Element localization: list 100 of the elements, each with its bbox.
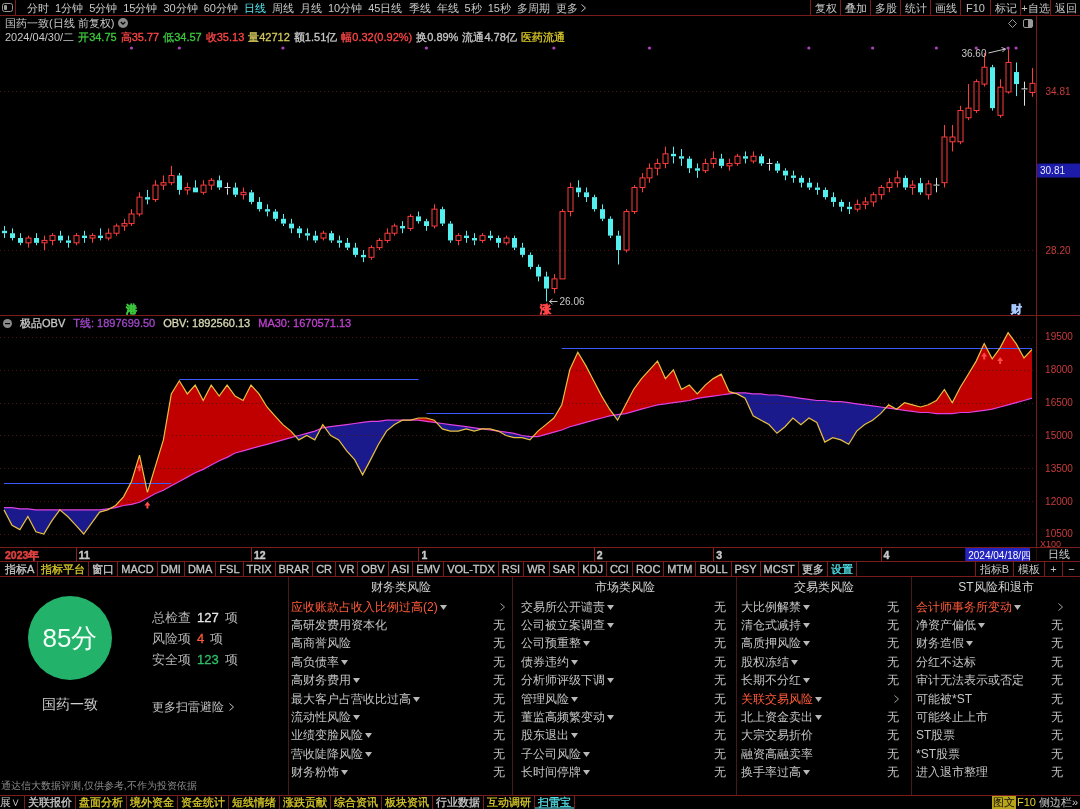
indicator-tab[interactable]: TRIX	[243, 562, 276, 576]
period-tab[interactable]: 5秒	[464, 0, 482, 15]
indicator-tab[interactable]: 指标A	[2, 562, 39, 576]
sidebar-toggle-button[interactable]	[0, 0, 16, 15]
period-tab[interactable]: 季线	[408, 0, 431, 15]
indicator-tab[interactable]: ROC	[632, 562, 665, 576]
indicator-tab[interactable]: 模板	[1013, 562, 1044, 576]
period-tab[interactable]: 日线	[244, 0, 266, 15]
indicator-tab[interactable]: VOL-TDX	[444, 562, 499, 576]
bottom-tab[interactable]: 关联报价	[25, 796, 76, 809]
indicator-tab[interactable]: CCI	[606, 562, 633, 576]
risk-item[interactable]: 会计师事务所变动	[916, 599, 1021, 615]
toolbar-button[interactable]: +自选	[1020, 0, 1050, 15]
toolbar-button[interactable]: 标记	[990, 0, 1020, 15]
sidebar-button[interactable]: 侧边栏»	[1038, 796, 1080, 809]
risk-item[interactable]: 股权冻结	[741, 654, 798, 670]
indicator-tab[interactable]: CR	[313, 562, 337, 576]
minus-circle-icon[interactable]	[3, 318, 12, 328]
toolbar-button[interactable]: 画线	[930, 0, 960, 15]
period-button[interactable]: 日线	[1036, 548, 1080, 561]
risk-item[interactable]: 公司预重整	[521, 636, 590, 652]
more-scan-link[interactable]: 更多扫雷避险	[152, 699, 238, 715]
period-tab[interactable]: 30分钟	[163, 0, 198, 15]
bottom-tab[interactable]: 综合资讯	[331, 796, 382, 809]
risk-item[interactable]: 高财务费用	[291, 673, 360, 689]
indicator-tab[interactable]: 指标平台	[38, 562, 90, 576]
risk-item[interactable]: 财务造假	[916, 636, 973, 652]
indicator-tab[interactable]: 设置	[827, 562, 857, 576]
bottom-tab[interactable]: 行业数据	[433, 796, 484, 809]
toolbar-button[interactable]: 返回	[1050, 0, 1080, 15]
period-tab[interactable]: 分时	[27, 0, 49, 15]
risk-item[interactable]: 长时间停牌	[521, 765, 590, 781]
risk-item[interactable]: 股东退出	[521, 728, 578, 744]
risk-item[interactable]: 分红不达标	[916, 654, 976, 670]
bottom-tab[interactable]: 短线情绪	[229, 796, 280, 809]
indicator-tab[interactable]: MCST	[760, 562, 799, 576]
period-tab[interactable]: 1分钟	[55, 0, 84, 15]
risk-item[interactable]: 大比例解禁	[741, 599, 810, 615]
bottom-tab[interactable]: 涨跌贡献	[280, 796, 331, 809]
bottom-tab[interactable]: 扫雷宝	[535, 796, 575, 809]
more-button[interactable]: 更多	[555, 0, 586, 15]
risk-item[interactable]: 子公司风险	[521, 746, 590, 762]
toolbar-button[interactable]: 多股	[870, 0, 900, 15]
indicator-tab[interactable]: SAR	[549, 562, 580, 576]
indicator-tab[interactable]: EMV	[413, 562, 445, 576]
indicator-tab[interactable]: FSL	[216, 562, 244, 576]
risk-item[interactable]: 管理风险	[521, 691, 578, 707]
risk-item[interactable]: 换手率过高	[741, 765, 810, 781]
risk-item[interactable]: 长期不分红	[741, 673, 810, 689]
risk-item[interactable]: 最大客户占营收比过高	[291, 691, 420, 707]
period-tab[interactable]: 5分钟	[89, 0, 118, 15]
indicator-tab[interactable]: 更多	[798, 562, 828, 576]
indicator-tab[interactable]: RSI	[498, 562, 525, 576]
risk-item[interactable]: 财务粉饰	[291, 765, 348, 781]
risk-item[interactable]: 高商誉风险	[291, 636, 351, 652]
risk-item[interactable]: 关联交易风险	[741, 691, 822, 707]
risk-item[interactable]: 营收陡降风险	[291, 746, 372, 762]
toolbar-button[interactable]: 叠加	[840, 0, 870, 15]
risk-item[interactable]: 大宗交易折价	[741, 728, 813, 744]
period-tab[interactable]: 多周期	[516, 0, 550, 15]
risk-item[interactable]: 高研发费用资本化	[291, 618, 387, 634]
indicator-tab[interactable]: DMI	[157, 562, 185, 576]
risk-item[interactable]: ST股票	[916, 728, 956, 744]
risk-item[interactable]: 净资产偏低	[916, 618, 985, 634]
risk-item[interactable]: 董监高频繁变动	[521, 710, 614, 726]
indicator-tab[interactable]: KDJ	[579, 562, 607, 576]
period-tab[interactable]: 月线	[300, 0, 322, 15]
risk-item[interactable]: 流动性风险	[291, 710, 360, 726]
risk-item[interactable]: *ST股票	[916, 746, 960, 762]
toolbar-button[interactable]: 统计	[900, 0, 930, 15]
risk-item[interactable]: 业绩变脸风险	[291, 728, 372, 744]
risk-item[interactable]: 进入退市整理	[916, 765, 988, 781]
indicator-tab[interactable]: 指标B	[974, 562, 1013, 576]
risk-item[interactable]: 可能被*ST	[916, 691, 972, 707]
risk-item[interactable]: 审计无法表示或否定	[916, 673, 1024, 689]
risk-item[interactable]: 交易所公开谴责	[521, 599, 614, 615]
risk-item[interactable]: 公司被立案调查	[521, 618, 614, 634]
f10-button[interactable]: 图文 F10	[991, 796, 1036, 809]
period-tab[interactable]: 周线	[272, 0, 294, 15]
indicator-tab[interactable]: VR	[336, 562, 359, 576]
risk-item[interactable]: 债券违约	[521, 654, 578, 670]
period-tab[interactable]: 60分钟	[203, 0, 238, 15]
indicator-tab[interactable]: PSY	[731, 562, 761, 576]
risk-item[interactable]: 应收账款占收入比例过高(2)	[291, 599, 447, 615]
toolbar-button[interactable]: F10	[960, 0, 990, 15]
indicator-tab[interactable]: −	[1062, 562, 1080, 576]
risk-item[interactable]: 清仓式减持	[741, 618, 810, 634]
bottom-tab[interactable]: 盘面分析	[76, 796, 127, 809]
indicator-tab[interactable]: BRAR	[275, 562, 314, 576]
indicator-tab[interactable]: ASI	[388, 562, 414, 576]
period-tab[interactable]: 15秒	[487, 0, 511, 15]
period-tab[interactable]: 年线	[436, 0, 459, 15]
toolbar-button[interactable]: 复权	[810, 0, 840, 15]
bottom-tab[interactable]: 互动调研	[484, 796, 535, 809]
risk-item[interactable]: 分析师评级下调	[521, 673, 614, 689]
chevron-circle-icon[interactable]	[118, 18, 129, 28]
indicator-tab[interactable]: MTM	[664, 562, 697, 576]
expand-tab[interactable]: 展∨	[0, 796, 25, 809]
indicator-tab[interactable]: BOLL	[696, 562, 732, 576]
risk-item[interactable]: 高质押风险	[741, 636, 810, 652]
